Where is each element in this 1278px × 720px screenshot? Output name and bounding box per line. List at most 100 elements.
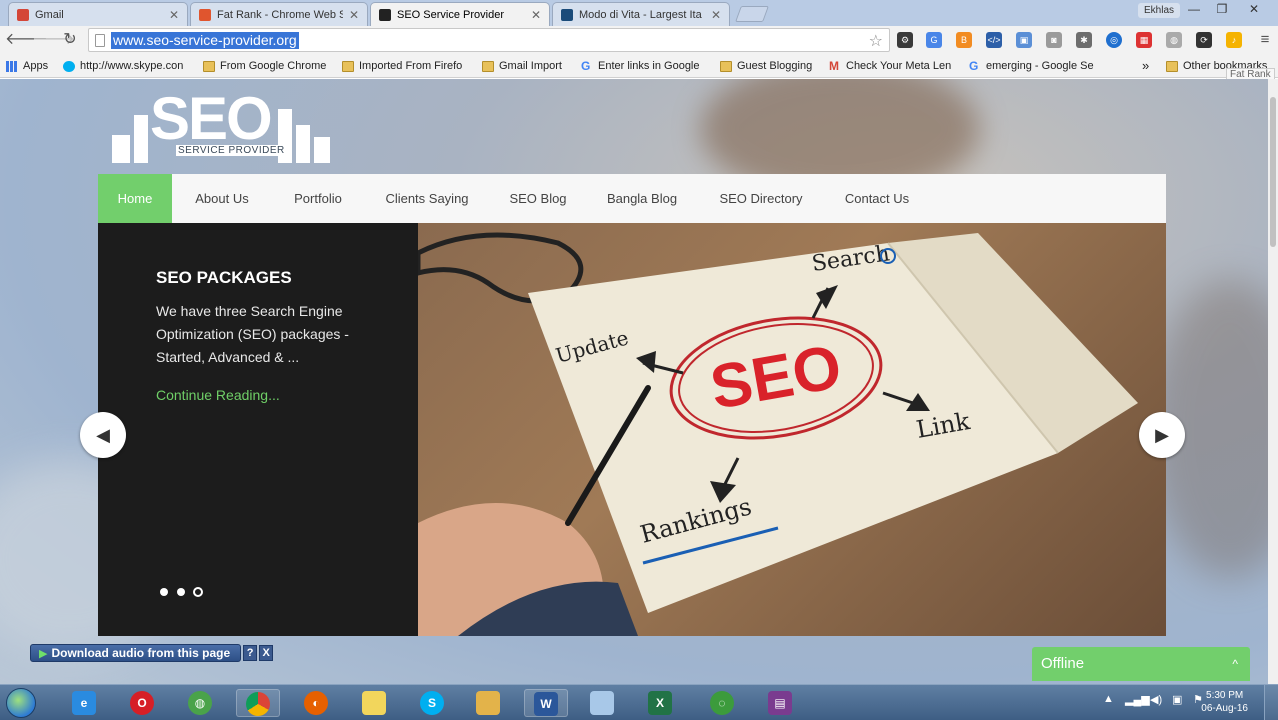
scrollbar-thumb[interactable]	[1270, 97, 1276, 247]
close-tab-icon[interactable]: ✕	[531, 8, 541, 22]
slide-text: We have three Search Engine Optimization…	[156, 303, 349, 365]
bookmark-emerging[interactable]: G emerging - Google Se	[969, 58, 1097, 74]
extension-icon[interactable]: ⚙	[897, 32, 913, 48]
page-scrollbar[interactable]	[1268, 79, 1278, 684]
excel-icon[interactable]: X	[638, 689, 682, 717]
blogger-icon[interactable]: B	[956, 32, 972, 48]
close-window-button[interactable]: ✕	[1240, 0, 1268, 18]
close-tab-icon[interactable]: ✕	[169, 8, 179, 22]
internet-explorer-icon[interactable]: e	[62, 689, 106, 717]
window-icon[interactable]: ▣	[1016, 32, 1032, 48]
word-icon[interactable]: W	[524, 689, 568, 717]
camera-icon[interactable]: ◙	[1046, 32, 1062, 48]
signal-icon[interactable]: ▂▄▆	[1125, 693, 1150, 706]
settings-icon[interactable]: ✱	[1076, 32, 1092, 48]
chrome-icon[interactable]	[236, 689, 280, 717]
download-close-button[interactable]: X	[259, 645, 274, 661]
skype-taskbar-icon[interactable]: S	[410, 689, 454, 717]
slider-dot-1[interactable]	[160, 588, 168, 596]
logo-bar	[112, 135, 130, 163]
tab-seo-service-provider[interactable]: SEO Service Provider ✕	[370, 2, 550, 26]
reload-icon[interactable]: ↻	[59, 30, 81, 50]
google-icon: G	[969, 58, 979, 73]
forward-arrow-icon[interactable]: 🡒	[32, 30, 75, 50]
nav-clients-saying[interactable]: Clients Saying	[378, 174, 476, 223]
slider-prev-button[interactable]: ◀	[80, 412, 126, 458]
chat-widget[interactable]: Offline ^	[1032, 647, 1250, 681]
nav-seo-blog[interactable]: SEO Blog	[502, 174, 574, 223]
skype-icon	[63, 60, 75, 72]
sticky-notes-icon[interactable]	[352, 689, 396, 717]
globe-icon[interactable]: ◍	[1166, 32, 1182, 48]
slider-dot-3[interactable]	[193, 587, 203, 597]
address-url[interactable]: www.seo-service-provider.org	[111, 32, 299, 49]
tray-expand-icon[interactable]: ▲	[1103, 693, 1114, 705]
back-arrow-icon[interactable]: 🡐	[5, 30, 48, 50]
network-globe-icon[interactable]: ◌	[700, 689, 744, 717]
translate-icon[interactable]: G	[926, 32, 942, 48]
close-tab-icon[interactable]: ✕	[349, 8, 359, 22]
file-explorer-icon[interactable]	[466, 689, 510, 717]
nav-seo-directory[interactable]: SEO Directory	[712, 174, 810, 223]
bookmark-label: Guest Blogging	[737, 60, 813, 72]
notepad-icon[interactable]	[580, 689, 624, 717]
tab-fat-rank[interactable]: Fat Rank - Chrome Web S ✕	[190, 2, 368, 26]
bookmark-guest-blogging[interactable]: Guest Blogging	[720, 58, 812, 74]
sync-icon[interactable]: ⟳	[1196, 32, 1212, 48]
bookmark-check-meta-length[interactable]: M Check Your Meta Len	[829, 58, 957, 74]
winrar-icon[interactable]: ▤	[758, 689, 802, 717]
chevron-up-icon[interactable]: ^	[1232, 647, 1238, 681]
nav-contact-us[interactable]: Contact Us	[836, 174, 918, 223]
new-tab-button[interactable]	[735, 6, 769, 22]
bookmark-imported-from-firefox[interactable]: Imported From Firefo	[342, 58, 470, 74]
tab-gmail[interactable]: Gmail ✕	[8, 2, 188, 26]
fat-rank-bell-icon[interactable]: ♪	[1226, 32, 1242, 48]
continue-reading-link[interactable]: Continue Reading...	[156, 387, 280, 403]
profile-name[interactable]: Ekhlas	[1137, 3, 1180, 18]
opera-icon[interactable]: O	[120, 689, 164, 717]
bookmark-apps[interactable]: Apps	[6, 58, 48, 74]
bookmark-label: Enter links in Google	[598, 60, 700, 72]
firefox-icon[interactable]: ◐	[294, 689, 338, 717]
nav-portfolio[interactable]: Portfolio	[282, 174, 354, 223]
bookmark-label: Gmail Import	[499, 60, 562, 72]
download-audio-button[interactable]: ▶ Download audio from this page	[30, 644, 242, 662]
bookmark-from-google-chrome[interactable]: From Google Chrome	[203, 58, 326, 74]
tab-strip: Gmail ✕ Fat Rank - Chrome Web S ✕ SEO Se…	[0, 0, 1278, 26]
bookmark-label: Check Your Meta Len	[846, 60, 952, 72]
globe-app-icon[interactable]: ◍	[178, 689, 222, 717]
tab-modo-di-vita[interactable]: Modo di Vita - Largest Ita ✕	[552, 2, 730, 26]
restore-button[interactable]: ❐	[1208, 0, 1236, 18]
download-audio-bar: ▶ Download audio from this page ? X	[30, 643, 274, 663]
show-desktop-button[interactable]	[1264, 685, 1278, 720]
bookmark-enter-links[interactable]: G Enter links in Google	[581, 58, 700, 74]
slider-dot-2[interactable]	[177, 588, 185, 596]
nav-bangla-blog[interactable]: Bangla Blog	[598, 174, 686, 223]
slider-next-button[interactable]: ▶	[1139, 412, 1185, 458]
system-clock[interactable]: 5:30 PM 06-Aug-16	[1201, 689, 1248, 715]
site-logo[interactable]: SEO SERVICE PROVIDER	[112, 87, 332, 163]
clock-date: 06-Aug-16	[1201, 703, 1248, 714]
minimize-button[interactable]: —	[1180, 0, 1208, 18]
browser-toolbar: 🡐 🡒 ↻ www.seo-service-provider.org ☆ ⚙ G…	[0, 26, 1278, 54]
logo-bar	[134, 115, 148, 163]
bookmark-star-icon[interactable]: ☆	[869, 31, 883, 51]
circle-extension-icon[interactable]: ◎	[1106, 32, 1122, 48]
code-icon[interactable]: </>	[986, 32, 1002, 48]
logo-bar	[314, 137, 330, 163]
nav-about-us[interactable]: About Us	[186, 174, 258, 223]
bookmark-skype[interactable]: http://www.skype.con	[63, 58, 191, 74]
close-tab-icon[interactable]: ✕	[711, 8, 721, 22]
volume-icon[interactable]: ◀)	[1150, 693, 1162, 706]
grid-extension-icon[interactable]: ▦	[1136, 32, 1152, 48]
clock-time: 5:30 PM	[1206, 690, 1244, 701]
bookmark-gmail-import[interactable]: Gmail Import	[482, 58, 562, 74]
download-help-button[interactable]: ?	[243, 645, 258, 661]
nav-home[interactable]: Home	[98, 174, 172, 223]
bookmarks-overflow-chevron[interactable]: »	[1142, 58, 1149, 74]
address-bar[interactable]: www.seo-service-provider.org ☆	[88, 28, 890, 52]
seo-favicon-icon	[379, 8, 391, 21]
menu-icon[interactable]: ≡	[1254, 30, 1276, 50]
network-icon[interactable]: ▣	[1172, 693, 1182, 706]
start-button[interactable]	[6, 688, 36, 718]
